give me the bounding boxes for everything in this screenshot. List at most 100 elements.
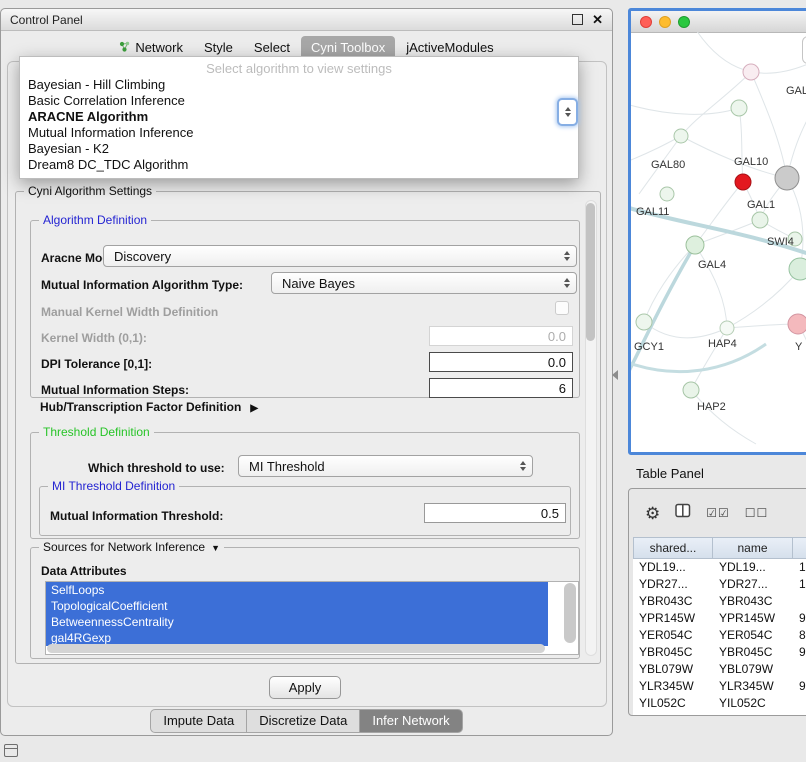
table-column-header[interactable]: shared... <box>633 537 713 559</box>
data-attributes-label: Data Attributes <box>41 564 127 578</box>
expand-right-triangle-icon[interactable]: ▶ <box>250 403 258 414</box>
attribute-list-hscrollbar-thumb[interactable] <box>47 644 545 653</box>
settings-legend: Cyni Algorithm Settings <box>24 184 156 198</box>
network-edge <box>727 324 798 328</box>
algorithm-option[interactable]: Bayesian - K2 <box>20 141 578 157</box>
network-node-label: GAL1 <box>747 199 775 211</box>
table-cell: 12 <box>793 576 806 593</box>
attribute-list-vscrollbar-thumb[interactable] <box>564 583 576 643</box>
hub-transcription-factor-section[interactable]: Hub/Transcription Factor Definition▶ <box>40 400 258 414</box>
network-node[interactable] <box>731 100 747 116</box>
settings-scrollbar[interactable] <box>585 200 597 656</box>
mi-threshold-label: Mutual Information Threshold: <box>50 509 223 523</box>
table-cell: YPR145W <box>633 610 713 627</box>
bottom-tab-infer-network[interactable]: Infer Network <box>359 709 462 733</box>
network-node[interactable] <box>674 129 688 143</box>
network-node[interactable] <box>636 314 652 330</box>
network-node[interactable] <box>789 258 806 280</box>
algorithm-option[interactable]: ARACNE Algorithm <box>20 109 578 125</box>
network-node[interactable] <box>788 314 806 334</box>
algorithm-definition-legend: Algorithm Definition <box>39 213 151 227</box>
bottom-tab-impute-data[interactable]: Impute Data <box>150 709 246 733</box>
network-canvas[interactable]: GAL80GAL10GAL7GAL11GAL1SWI4GAL4GCY1HAP4H… <box>631 32 806 455</box>
restore-window-icon-bar <box>5 745 17 749</box>
table-cell: YLR345W <box>713 678 793 695</box>
gear-icon[interactable]: ⚙ <box>645 505 660 522</box>
table-row[interactable]: YBL079WYBL079W <box>633 661 806 678</box>
which-threshold-value: MI Threshold <box>249 459 325 474</box>
manual-kernel-width-checkbox[interactable] <box>555 301 569 315</box>
data-attributes-list[interactable]: SelfLoopsTopologicalCoefficientBetweenne… <box>45 581 579 655</box>
table-row[interactable]: YPR145WYPR145W9. <box>633 610 806 627</box>
aracne-mode-select[interactable]: Discovery <box>103 245 577 267</box>
columns-icon[interactable] <box>675 503 691 523</box>
table-row[interactable]: YLR345WYLR345W9. <box>633 678 806 695</box>
network-node[interactable] <box>735 174 751 190</box>
mi-algorithm-type-select[interactable]: Naive Bayes <box>271 272 577 294</box>
mi-steps-label: Mutual Information Steps: <box>41 383 189 397</box>
network-node-label: HAP4 <box>708 338 737 350</box>
table-cell: YBR045C <box>633 644 713 661</box>
table-cell: YLR345W <box>633 678 713 695</box>
algorithm-option[interactable]: Mutual Information Inference <box>20 125 578 141</box>
collapse-down-triangle-icon[interactable]: ▼ <box>211 543 220 553</box>
algorithm-option[interactable]: Basic Correlation Inference <box>20 93 578 109</box>
attribute-list-item[interactable]: SelfLoops <box>46 582 548 598</box>
settings-scrollbar-thumb[interactable] <box>586 203 595 341</box>
attribute-list-item[interactable]: TopologicalCoefficient <box>46 598 548 614</box>
deselect-all-checkboxes-icon[interactable]: ☐☐ <box>745 507 769 519</box>
mi-threshold-field[interactable]: 0.5 <box>424 503 566 523</box>
close-icon[interactable]: ✕ <box>592 13 603 26</box>
network-node[interactable] <box>660 187 674 201</box>
which-threshold-select[interactable]: MI Threshold <box>238 455 533 477</box>
bottom-tabbar: Impute DataDiscretize DataInfer Network <box>1 709 612 733</box>
dpi-tolerance-field[interactable]: 0.0 <box>429 352 573 372</box>
control-panel-titlebar[interactable]: Control Panel ✕ <box>1 9 612 31</box>
network-node[interactable] <box>720 321 734 335</box>
network-edge <box>631 104 739 114</box>
network-node[interactable] <box>683 382 699 398</box>
network-window-titlebar[interactable] <box>631 11 806 33</box>
float-window-icon[interactable] <box>572 14 583 25</box>
table-cell: YBL079W <box>713 661 793 678</box>
zoom-traffic-light[interactable] <box>678 16 690 28</box>
table-column-header[interactable]: name <box>713 537 793 559</box>
network-edge <box>691 390 756 444</box>
table-row[interactable]: YBR045CYBR045C9. <box>633 644 806 661</box>
close-traffic-light[interactable] <box>640 16 652 28</box>
table-cell: YDL19... <box>633 559 713 576</box>
network-icon <box>119 40 130 55</box>
network-node-label: GAL4 <box>698 259 726 271</box>
network-node-label: GCY1 <box>634 341 664 353</box>
algorithm-option[interactable]: Dream8 DC_TDC Algorithm <box>20 157 578 173</box>
bottom-tab-discretize-data[interactable]: Discretize Data <box>246 709 359 733</box>
table-row[interactable]: YDR27...YDR27...12 <box>633 576 806 593</box>
mi-steps-field[interactable]: 6 <box>429 378 573 398</box>
table-cell: 9. <box>793 644 806 661</box>
attribute-list-item[interactable]: BetweennessCentrality <box>46 614 548 630</box>
table-row[interactable]: YDL19...YDL19...13 <box>633 559 806 576</box>
network-node[interactable] <box>775 166 799 190</box>
table-row[interactable]: YIL052CYIL052C <box>633 695 806 712</box>
network-scrollbar-thumb[interactable] <box>802 36 806 64</box>
algorithm-option[interactable]: Bayesian - Hill Climbing <box>20 77 578 93</box>
network-node[interactable] <box>743 64 759 80</box>
network-node-label: GAL7 <box>786 85 806 97</box>
table-column-header[interactable] <box>793 537 806 559</box>
algorithm-combo-focus-edge[interactable] <box>557 98 578 126</box>
kernel-width-label: Kernel Width (0,1): <box>41 331 147 345</box>
table-row[interactable]: YER054CYER054C8. <box>633 627 806 644</box>
apply-button[interactable]: Apply <box>269 676 341 699</box>
table-cell: 9. <box>793 678 806 695</box>
panel-splitter-arrow[interactable] <box>612 370 618 380</box>
minimize-traffic-light[interactable] <box>659 16 671 28</box>
restore-window-icon[interactable] <box>4 744 18 757</box>
select-all-checkboxes-icon[interactable]: ☑☑ <box>706 507 730 519</box>
network-node[interactable] <box>686 236 704 254</box>
table-row[interactable]: YBR043CYBR043C <box>633 593 806 610</box>
sources-legend[interactable]: Sources for Network Inference▼ <box>39 540 224 554</box>
network-node[interactable] <box>752 212 768 228</box>
network-edge <box>631 245 695 377</box>
spinner-arrows-icon <box>565 107 571 117</box>
network-edge <box>739 108 743 182</box>
